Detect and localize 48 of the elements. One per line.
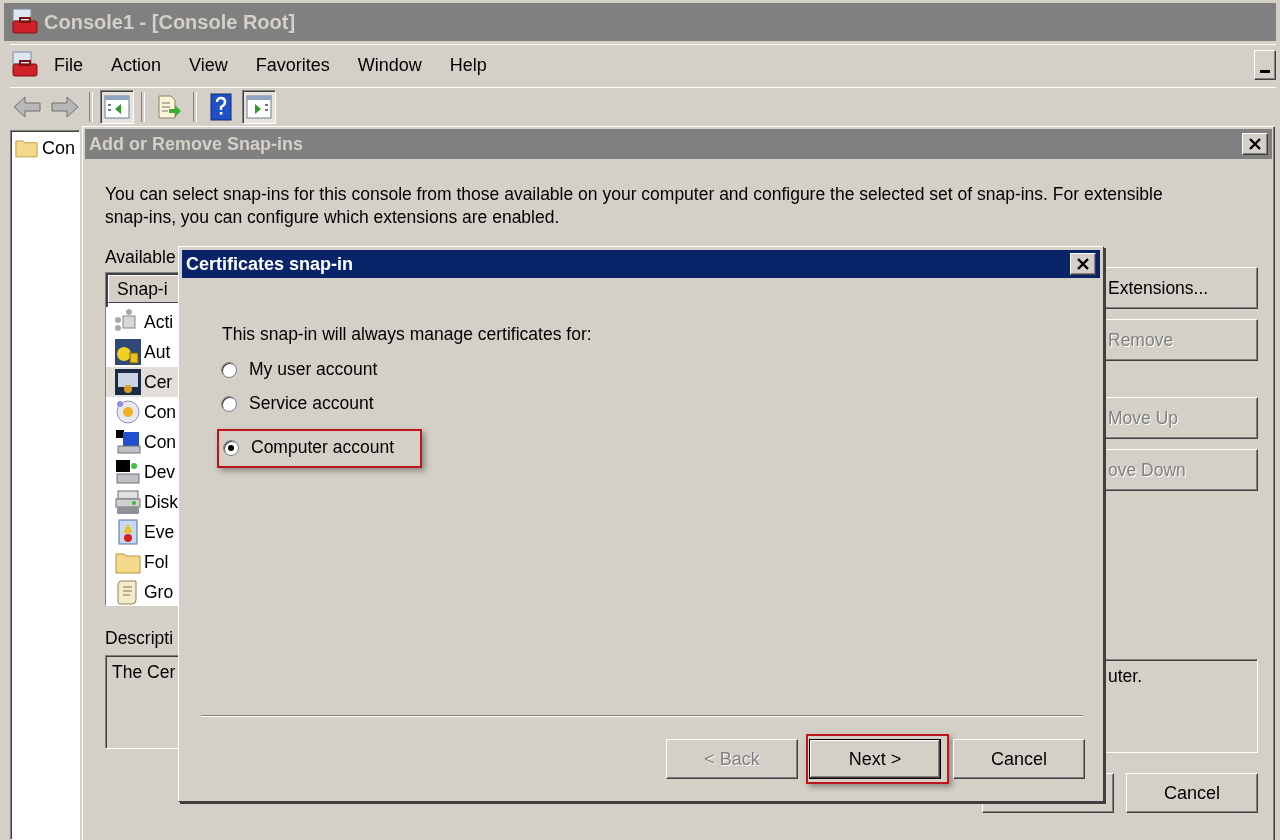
export-list-icon bbox=[156, 94, 182, 120]
forward-arrow-icon bbox=[50, 95, 80, 119]
menu-item[interactable]: Window bbox=[343, 54, 436, 76]
snap-in-icon bbox=[114, 398, 142, 426]
window-title: Console1 - [Console Root] bbox=[44, 10, 296, 34]
close-button[interactable] bbox=[1070, 253, 1096, 275]
menu-item[interactable]: Help bbox=[435, 54, 501, 76]
menu-item[interactable]: Action bbox=[97, 54, 176, 76]
toolbar-button[interactable] bbox=[100, 90, 134, 124]
snap-in-icon bbox=[114, 488, 142, 516]
close-icon bbox=[1076, 257, 1090, 271]
close-button[interactable] bbox=[1242, 133, 1268, 155]
minimize-button[interactable] bbox=[1254, 50, 1276, 80]
cancel-button[interactable]: Cancel bbox=[1126, 773, 1258, 813]
dialog-title: Add or Remove Snap-ins bbox=[89, 133, 304, 155]
menu-item[interactable]: Favorites bbox=[241, 54, 344, 76]
menu-item[interactable]: File bbox=[40, 54, 97, 76]
toolbar-button[interactable] bbox=[242, 90, 276, 124]
back-arrow-icon bbox=[12, 95, 42, 119]
help-icon bbox=[210, 93, 232, 121]
intro-text: You can select snap-ins for this console from those available on your computer and configure the selected set of snap-ins. For extensible snap-ins, you can configure which extensions are enabled. bbox=[105, 183, 1164, 229]
radio-option[interactable]: My user account bbox=[221, 359, 378, 380]
radio-option[interactable]: Computer account bbox=[223, 437, 394, 458]
menu-item[interactable]: View bbox=[175, 54, 242, 76]
snap-in-icon bbox=[114, 458, 142, 486]
pane-left-icon bbox=[104, 95, 130, 119]
dialog-title: Certificates snap-in bbox=[186, 253, 354, 275]
snap-in-icon bbox=[114, 428, 142, 456]
column-header[interactable]: Snap-i bbox=[108, 275, 179, 303]
snap-in-icon bbox=[114, 368, 142, 396]
description-box: The Cer bbox=[105, 655, 179, 749]
close-icon bbox=[1248, 137, 1262, 151]
wizard-button[interactable]: Cancel bbox=[953, 739, 1085, 779]
prompt-text: This snap-in will always manage certificates for: bbox=[222, 324, 593, 345]
minimize-icon bbox=[1260, 70, 1270, 73]
pane-right-icon bbox=[246, 95, 272, 119]
toolbox-icon bbox=[10, 7, 40, 37]
snap-in-icon bbox=[114, 338, 142, 366]
radio-button[interactable] bbox=[221, 361, 237, 378]
list-label: Available bbox=[105, 247, 177, 268]
radio-option[interactable]: Service account bbox=[221, 393, 374, 414]
toolbox-icon bbox=[10, 50, 40, 80]
description-label: Descripti bbox=[105, 628, 175, 649]
list-item[interactable]: Cer bbox=[106, 367, 179, 397]
folder-icon bbox=[15, 137, 38, 159]
tree-item[interactable]: Con bbox=[41, 137, 75, 159]
list-item[interactable]: Disk bbox=[106, 487, 179, 517]
wizard-button[interactable]: Next > bbox=[809, 739, 941, 779]
